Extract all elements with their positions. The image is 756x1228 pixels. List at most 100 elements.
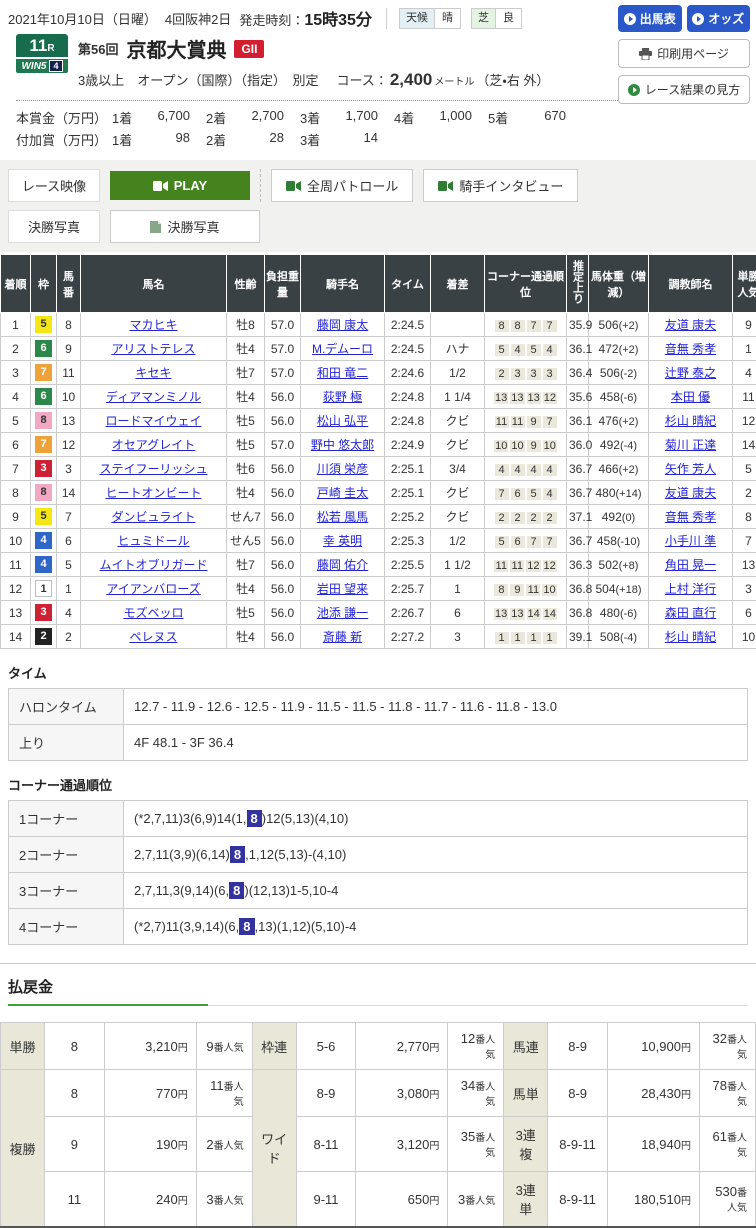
trainer-link[interactable]: 上村 洋行: [665, 582, 716, 596]
print-page-button[interactable]: 印刷用ページ: [618, 39, 750, 68]
trainer-link[interactable]: 音無 秀孝: [665, 510, 716, 524]
horse-link[interactable]: アイアンバローズ: [106, 582, 200, 596]
jockey-link[interactable]: 斎藤 新: [323, 630, 362, 644]
jockey-link[interactable]: 幸 英明: [323, 534, 362, 548]
finish-time: 2:26.7: [385, 601, 431, 625]
horse-link[interactable]: ヒュミドール: [117, 534, 189, 548]
trainer-link[interactable]: 友道 康夫: [665, 486, 716, 500]
horse-weight: 506(-2): [589, 361, 649, 385]
win-favorite: 5: [733, 457, 756, 481]
trainer-link[interactable]: 小手川 準: [665, 534, 716, 548]
last-3f: 36.7: [567, 457, 589, 481]
result-guide-button[interactable]: レース結果の見方: [618, 75, 750, 104]
race-number: 11R: [16, 34, 68, 57]
race-title: 京都大賞典: [126, 34, 226, 63]
play-button[interactable]: PLAY: [110, 171, 250, 200]
finish-time: 2:27.2: [385, 625, 431, 649]
win-favorite: 13: [733, 553, 756, 577]
horse-number: 4: [57, 601, 81, 625]
jockey-link[interactable]: 松山 弘平: [317, 414, 368, 428]
weight-carried: 57.0: [265, 433, 301, 457]
result-row: 11 4 5 ムイトオブリガード 牡7 56.0 藤岡 佑介 2:25.5 1 …: [1, 553, 756, 577]
trainer-link[interactable]: 菊川 正達: [665, 438, 716, 452]
entries-button[interactable]: 出馬表: [618, 5, 682, 32]
trainer-link[interactable]: 友道 康夫: [665, 318, 716, 332]
win-favorite: 12: [733, 409, 756, 433]
horse-link[interactable]: キセキ: [135, 366, 171, 380]
col-trainer: 調教師名: [649, 255, 733, 313]
finish-time: 2:25.2: [385, 505, 431, 529]
payout-amount: 3,210円: [104, 1023, 196, 1070]
weight-carried: 56.0: [265, 505, 301, 529]
payout-popularity: 9番人気: [196, 1023, 252, 1070]
finish-time: 2:25.3: [385, 529, 431, 553]
trainer-link[interactable]: 杉山 晴紀: [665, 630, 716, 644]
horse-link[interactable]: ムイトオブリガード: [99, 558, 207, 572]
trainer-link[interactable]: 本田 優: [671, 390, 710, 404]
jockey-link[interactable]: 和田 竜二: [317, 366, 368, 380]
jockey-link[interactable]: M.デムーロ: [312, 342, 373, 356]
sex-age: 牡4: [227, 385, 265, 409]
margin: 1 1/2: [431, 553, 485, 577]
trainer-link[interactable]: 角田 晃一: [665, 558, 716, 572]
trainer-link[interactable]: 辻野 泰之: [665, 366, 716, 380]
horse-link[interactable]: オセアグレイト: [112, 438, 195, 452]
bet-combination: 9-11: [296, 1172, 356, 1228]
frame-badge: 6: [35, 340, 52, 357]
trainer-link[interactable]: 杉山 晴紀: [665, 414, 716, 428]
col-time: タイム: [385, 255, 431, 313]
corner-row-label: 3コーナー: [9, 873, 124, 909]
result-row: 8 8 14 ヒートオンビート 牡4 56.0 戸崎 圭太 2:25.1 クビ …: [1, 481, 756, 505]
horse-link[interactable]: ステイフーリッシュ: [99, 462, 207, 476]
odds-button[interactable]: オッズ: [687, 5, 751, 32]
jockey-link[interactable]: 戸崎 圭太: [317, 486, 368, 500]
horse-link[interactable]: ヒートオンビート: [105, 486, 201, 500]
jockey-link[interactable]: 藤岡 佑介: [317, 558, 368, 572]
prize-item: 3着1,700: [300, 108, 394, 127]
finish-position: 2: [1, 337, 31, 361]
corner-order: 5454: [485, 337, 567, 361]
corner-order: 11111212: [485, 553, 567, 577]
horse-weight: 502(+8): [589, 553, 649, 577]
horse-link[interactable]: モズベッロ: [123, 606, 183, 620]
jockey-link[interactable]: 藤岡 康太: [317, 318, 368, 332]
jockey-link[interactable]: 池添 謙一: [317, 606, 368, 620]
jockey-interview-button[interactable]: 騎手インタビュー: [423, 169, 578, 202]
patrol-video-button[interactable]: 全周パトロール: [271, 169, 413, 202]
jockey-link[interactable]: 松若 風馬: [317, 510, 368, 524]
margin: クビ: [431, 505, 485, 529]
horse-link[interactable]: ダンビュライト: [111, 510, 195, 524]
corner-row-label: 4コーナー: [9, 909, 124, 945]
col-win-favorite: 単勝人気: [733, 255, 756, 313]
result-row: 13 3 4 モズベッロ 牡5 56.0 池添 謙一 2:26.7 6 1313…: [1, 601, 756, 625]
trainer-link[interactable]: 矢作 芳人: [665, 462, 716, 476]
weight-carried: 57.0: [265, 313, 301, 337]
payout-amount: 10,900円: [608, 1023, 700, 1070]
trainer-link[interactable]: 森田 直行: [665, 606, 716, 620]
horse-link[interactable]: アリストテレス: [111, 342, 195, 356]
horse-link[interactable]: マカヒキ: [129, 318, 177, 332]
win-favorite: 6: [733, 601, 756, 625]
jockey-link[interactable]: 岩田 望来: [317, 582, 368, 596]
horse-link[interactable]: ロードマイウェイ: [105, 414, 201, 428]
horse-weight: 492(0): [589, 505, 649, 529]
jockey-link[interactable]: 川須 栄彦: [317, 462, 368, 476]
start-time-wrap: 発走時刻：15時35分: [239, 6, 372, 30]
frame-badge: 5: [35, 508, 52, 525]
col-margin: 着差: [431, 255, 485, 313]
turf-label: 芝: [472, 9, 495, 28]
trainer-link[interactable]: 音無 秀孝: [665, 342, 716, 356]
frame-badge: 5: [35, 316, 52, 333]
payout-popularity: 530番人気: [699, 1172, 755, 1228]
horse-link[interactable]: ディアマンミノル: [106, 390, 201, 404]
horse-link[interactable]: ペレヌス: [129, 630, 177, 644]
arrow-circle-icon: [624, 13, 636, 25]
jockey-link[interactable]: 荻野 極: [323, 390, 362, 404]
bet-type: 3連単: [504, 1172, 548, 1228]
guide-button-label: レース結果の見方: [645, 81, 740, 98]
margin: クビ: [431, 409, 485, 433]
jockey-link[interactable]: 野中 悠太郎: [311, 438, 374, 452]
finish-photo-button[interactable]: 決勝写真: [110, 210, 260, 243]
payout-row: 単勝83,210円9番人気枠連5-62,770円12番人気馬連8-910,900…: [1, 1023, 756, 1070]
bet-combination: 8-9: [296, 1070, 356, 1117]
